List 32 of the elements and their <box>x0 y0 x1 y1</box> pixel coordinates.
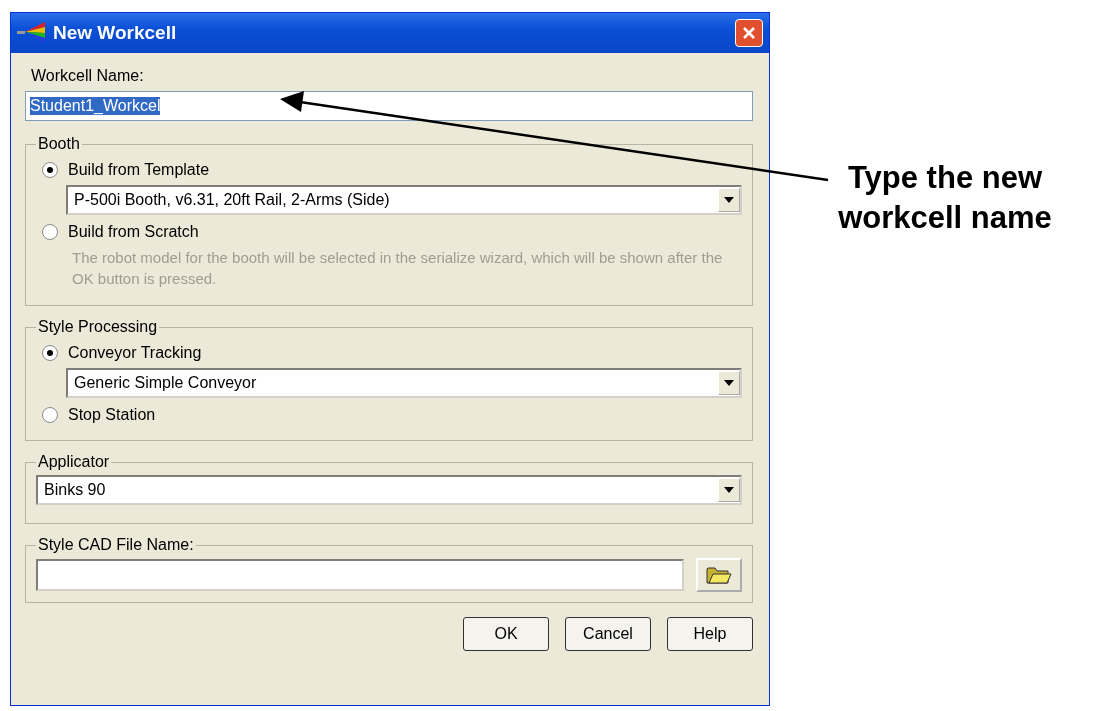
folder-icon <box>706 565 732 585</box>
dropdown[interactable]: P-500i Booth, v6.31, 20ft Rail, 2-Arms (Side) <box>66 185 742 215</box>
radio-button[interactable] <box>42 407 58 423</box>
group-title: Style Processing <box>37 318 159 336</box>
dropdown[interactable]: Generic Simple Conveyor <box>66 368 742 398</box>
annotation-text: Type the new workcell name <box>837 159 1053 237</box>
file-path-field[interactable] <box>36 559 684 591</box>
radio-label[interactable]: Conveyor Tracking <box>68 344 202 362</box>
dialog-button[interactable]: Help <box>667 617 753 651</box>
radio-button[interactable] <box>42 162 58 178</box>
radio-button[interactable] <box>42 345 58 361</box>
caret-icon <box>718 478 740 502</box>
group-title: Applicator <box>37 453 111 471</box>
close-button[interactable] <box>735 19 763 47</box>
workcell-name-field[interactable]: Student1_Workcel <box>25 91 753 121</box>
radio-label[interactable]: Build from Template <box>68 161 210 179</box>
dialog-button[interactable]: OK <box>463 617 549 651</box>
field-label: Workcell Name: <box>31 67 145 85</box>
radio-button[interactable] <box>42 224 58 240</box>
app-icon <box>17 21 47 45</box>
close-icon <box>741 25 757 41</box>
window-title: New Workcell <box>53 22 178 44</box>
group-title: Style CAD File Name: <box>37 536 195 554</box>
radio-label[interactable]: Build from Scratch <box>68 223 199 241</box>
radio-label[interactable]: Stop Station <box>68 406 156 424</box>
caret-icon <box>718 188 740 212</box>
browse-button[interactable] <box>696 558 742 592</box>
group-title: Booth <box>37 135 81 153</box>
help-text: The robot model for the booth will be selected in the serialize wizard, which will be shown after the OK button is pressed. <box>72 248 724 289</box>
caret-icon <box>718 371 740 395</box>
dialog-button[interactable]: Cancel <box>565 617 651 651</box>
dropdown[interactable]: Binks 90 <box>36 475 742 505</box>
